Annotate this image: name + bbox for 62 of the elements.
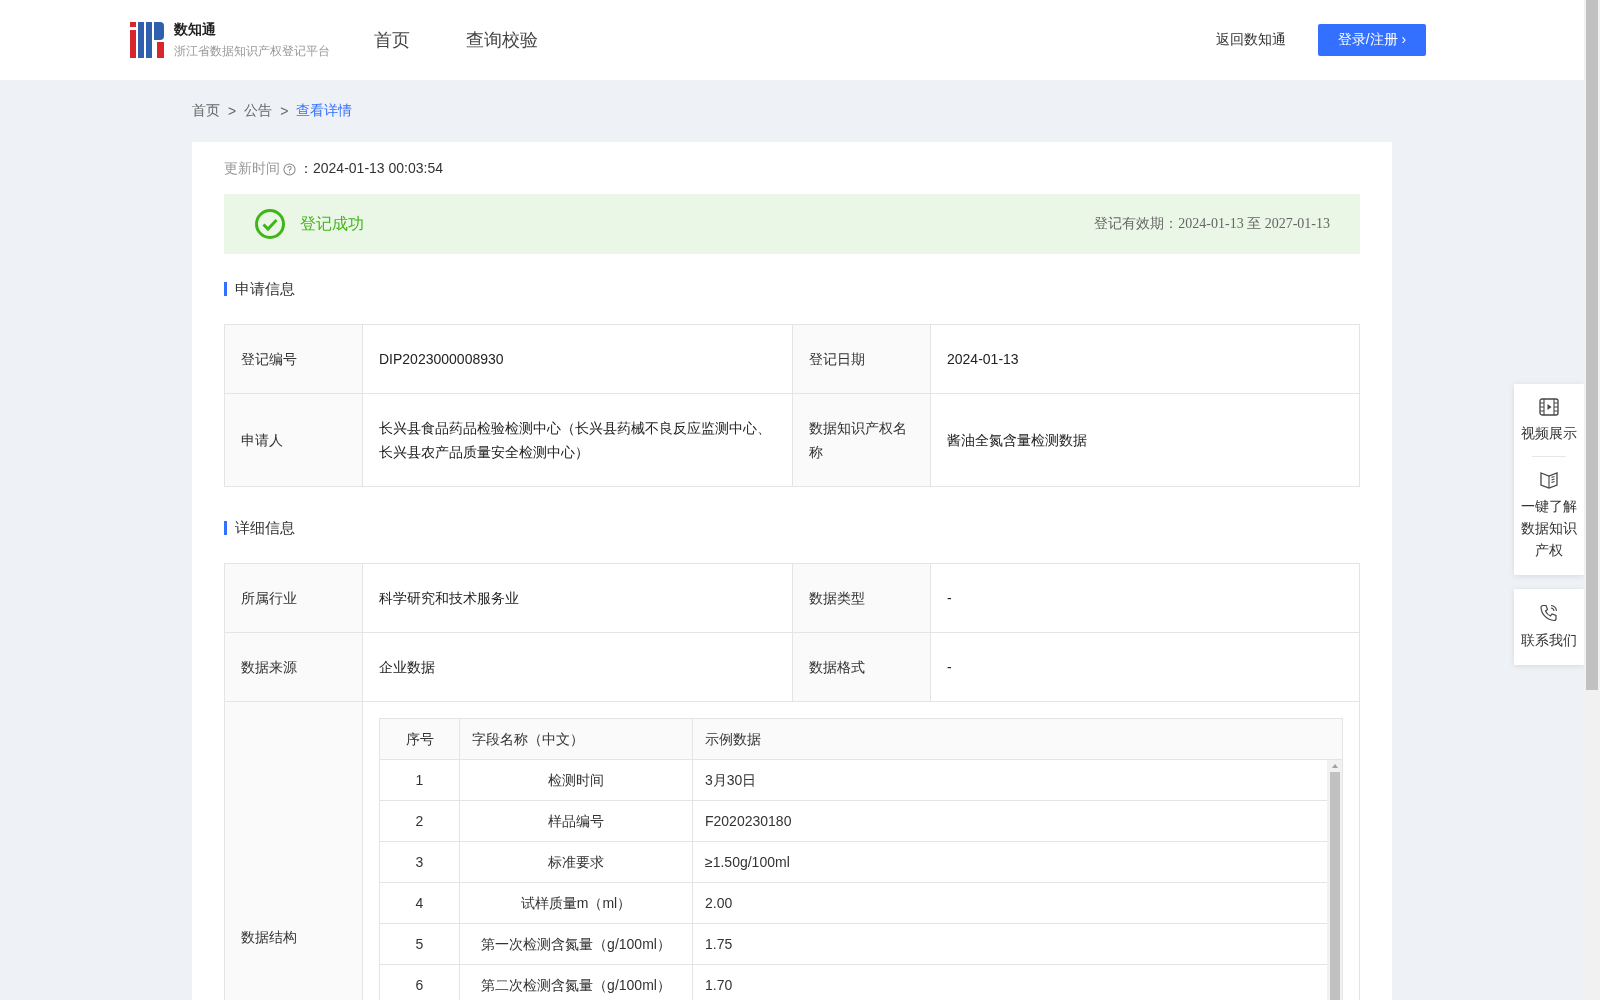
return-link[interactable]: 返回数知通 (1216, 31, 1286, 49)
update-time-value: ：2024-01-13 00:03:54 (299, 160, 443, 178)
field-label: 登记日期 (793, 325, 931, 394)
column-header: 序号 (380, 719, 460, 759)
field-label: 申请人 (225, 394, 363, 487)
phone-icon (1539, 603, 1559, 623)
table-cell: 第二次检测含氮量（g/100ml） (460, 965, 693, 1000)
logo-icon (130, 22, 164, 58)
table-cell: 样品编号 (460, 801, 693, 841)
field-label: 数据格式 (793, 633, 931, 702)
scroll-up-icon[interactable] (1330, 763, 1339, 769)
breadcrumb-link[interactable]: 公告 (244, 102, 273, 120)
film-icon (1539, 398, 1559, 416)
field-label: 登记编号 (225, 325, 363, 394)
logo-name: 数知通 (174, 20, 217, 39)
table-cell: 检测时间 (460, 760, 693, 800)
table-cell: 试样质量m（ml） (460, 883, 693, 923)
section-title: 详细信息 (224, 521, 1360, 535)
nav-link[interactable]: 查询校验 (466, 28, 538, 52)
breadcrumb-link[interactable]: 查看详情 (296, 102, 353, 120)
help-icon[interactable] (283, 162, 296, 176)
table-cell-text: 1.75 (704, 935, 734, 954)
nav-link[interactable]: 首页 (374, 28, 410, 52)
field-label: 数据结构 (225, 702, 363, 1000)
column-header: 字段名称（中文） (460, 719, 693, 759)
field-value: - (931, 633, 1360, 702)
column-header: 示例数据 (704, 730, 762, 749)
table-cell: 4 (380, 883, 460, 923)
table-cell-text: 1.70 (704, 976, 734, 995)
validity-period: 登记有效期：2024-01-13 至 2027-01-13 (1094, 215, 1330, 233)
table-cell: 3 (380, 842, 460, 882)
success-check-icon (254, 208, 286, 240)
table-cell: 6 (380, 965, 460, 1000)
page-scrollbar[interactable] (1584, 0, 1600, 1000)
breadcrumb-separator: > (228, 103, 237, 119)
field-value: - (931, 564, 1360, 633)
table-cell: 标准要求 (460, 842, 693, 882)
table-cell-text: F2020230180 (704, 812, 793, 831)
breadcrumb-link[interactable]: 首页 (192, 102, 220, 120)
field-label: 数据类型 (793, 564, 931, 633)
table-cell-text: 2.00 (704, 894, 734, 913)
table-cell: 1 (380, 760, 460, 800)
field-value: 酱油全氮含量检测数据 (931, 394, 1360, 487)
side-link[interactable]: 一键了解数据知识产权 (1517, 465, 1581, 565)
breadcrumb-separator: > (280, 103, 289, 119)
section-title: 申请信息 (224, 282, 1360, 296)
field-value: 2024-01-13 (931, 325, 1360, 394)
table-cell: 2 (380, 801, 460, 841)
side-link[interactable]: 视频展示 (1517, 394, 1581, 448)
table-cell: 第一次检测含氮量（g/100ml） (460, 924, 693, 964)
side-link[interactable]: 联系我们 (1517, 599, 1581, 655)
status-text: 登记成功 (300, 213, 364, 234)
table-cell: 5 (380, 924, 460, 964)
update-time-label: 更新时间 (224, 160, 280, 178)
field-label: 数据来源 (225, 633, 363, 702)
field-label: 所属行业 (225, 564, 363, 633)
table-cell-text: ≥1.50g/100ml (704, 853, 791, 872)
login-button[interactable]: 登录/注册 › (1318, 24, 1426, 56)
logo-subtitle: 浙江省数据知识产权登记平台 (174, 42, 330, 60)
field-label: 数据知识产权名称 (793, 394, 931, 487)
book-icon (1539, 469, 1559, 489)
table-cell-text: 3月30日 (704, 771, 758, 790)
